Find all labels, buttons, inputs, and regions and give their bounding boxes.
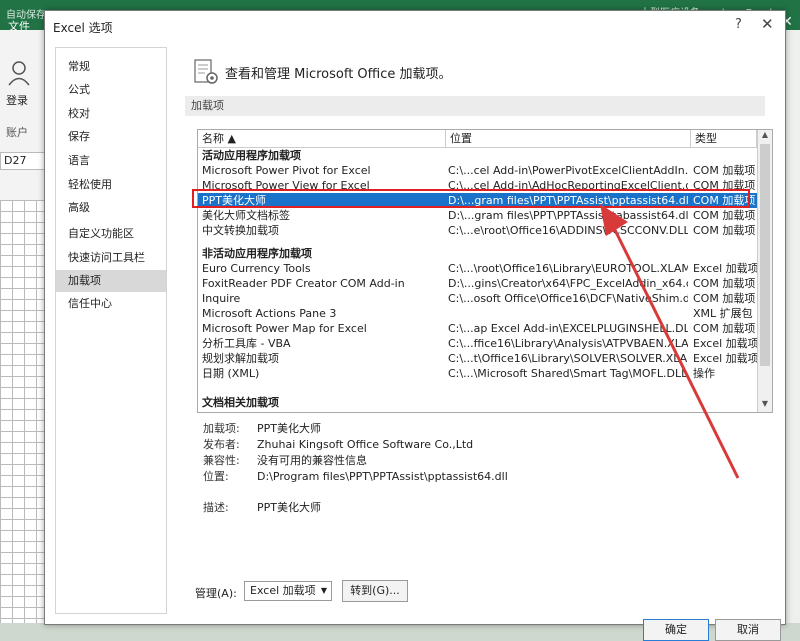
name-box[interactable]: D27 bbox=[0, 152, 46, 170]
table-row[interactable]: 美化大师文档标签 D:\...gram files\PPT\PPTAssist\t… bbox=[198, 208, 758, 223]
table-row[interactable]: 日期 (XML) C:\...\Microsoft Shared\Smart Ta… bbox=[198, 366, 758, 381]
nav-item-accessibility[interactable]: 轻松使用 bbox=[56, 174, 166, 196]
ok-button[interactable]: 确定 bbox=[643, 619, 709, 641]
table-row[interactable]: 分析工具库 - VBA C:\...ffice16\Library\Analysi… bbox=[198, 336, 759, 351]
group-header: 活动应用程序加载项 bbox=[202, 149, 301, 162]
table-row[interactable]: FoxitReader PDF Creator COM Add-in D:\...… bbox=[198, 276, 758, 291]
detail-description: 描述: PPT美化大师 bbox=[203, 501, 321, 514]
nav-item-customize-ribbon[interactable]: 自定义功能区 bbox=[56, 223, 166, 245]
options-nav: 常规 公式 校对 保存 语言 轻松使用 高级 自定义功能区 快速访问工具栏 加载… bbox=[55, 47, 167, 614]
nav-item-quick-access[interactable]: 快速访问工具栏 bbox=[56, 247, 166, 269]
detail-addin: 加载项: PPT美化大师 bbox=[203, 422, 321, 435]
scroll-down-icon[interactable]: ▼ bbox=[758, 399, 772, 411]
detail-compat: 兼容性: 没有可用的兼容性信息 bbox=[203, 454, 367, 467]
table-row[interactable]: 规划求解加载项 C:\...t\Office16\Library\SOLVER\S… bbox=[198, 351, 759, 366]
table-row[interactable]: Inquire C:\...osoft Office\Office16\DCF\N… bbox=[198, 291, 758, 306]
excel-options-dialog: Excel 选项 ? ✕ 常规 公式 校对 保存 语言 轻松使用 高级 自定义功… bbox=[44, 10, 786, 641]
addins-table: 名称 ▲ 位置 类型 活动应用程序加载项 Microsoft Power Piv… bbox=[197, 129, 773, 413]
detail-location: 位置: D:\Program files\PPT\PPTAssist\pptass… bbox=[203, 470, 508, 483]
user-icon bbox=[8, 61, 30, 86]
help-icon[interactable]: ? bbox=[735, 17, 742, 32]
scroll-up-icon[interactable]: ▲ bbox=[758, 130, 772, 142]
column-header-type[interactable]: 类型 bbox=[691, 130, 757, 148]
dialog-title: Excel 选项 bbox=[53, 21, 113, 35]
addins-gear-icon bbox=[194, 59, 218, 84]
nav-item-general[interactable]: 常规 bbox=[56, 56, 166, 78]
manage-select[interactable]: Excel 加载项 ▼ bbox=[244, 581, 332, 601]
table-row[interactable]: 中文转换加载项 C:\...e\root\Office16\ADDINS\TCSC… bbox=[198, 223, 758, 238]
table-row[interactable]: Euro Currency Tools C:\...\root\Office16\… bbox=[198, 261, 759, 276]
login-link[interactable]: 登录 bbox=[6, 92, 28, 108]
dialog-titlebar: Excel 选项 ? ✕ bbox=[45, 11, 785, 41]
group-header: 非活动应用程序加载项 bbox=[202, 247, 312, 260]
table-row[interactable]: Microsoft Actions Pane 3 XML 扩展包 bbox=[198, 306, 758, 321]
table-row-selected[interactable]: PPT美化大师 D:\...gram files\PPT\PPTAssist\pp… bbox=[198, 193, 758, 208]
column-header-location[interactable]: 位置 bbox=[446, 130, 691, 148]
cancel-button[interactable]: 取消 bbox=[715, 619, 781, 641]
nav-item-addins[interactable]: 加载项 bbox=[56, 270, 166, 292]
table-row[interactable]: Microsoft Power Map for Excel C:\...ap Ex… bbox=[198, 321, 758, 336]
worksheet-grid bbox=[0, 200, 46, 623]
scroll-thumb[interactable] bbox=[760, 144, 770, 366]
nav-item-formulas[interactable]: 公式 bbox=[56, 79, 166, 101]
section-header: 加载项 bbox=[185, 96, 765, 116]
go-button[interactable]: 转到(G)... bbox=[342, 580, 408, 602]
account-link[interactable]: 账户 bbox=[6, 124, 28, 140]
page-title: 查看和管理 Microsoft Office 加载项。 bbox=[225, 67, 452, 82]
nav-item-language[interactable]: 语言 bbox=[56, 150, 166, 172]
addins-panel: 查看和管理 Microsoft Office 加载项。 加载项 名称 ▲ 位置 … bbox=[175, 47, 781, 641]
detail-publisher: 发布者: Zhuhai Kingsoft Office Software Co.,… bbox=[203, 438, 474, 451]
table-row[interactable]: Microsoft Power View for Excel C:\...cel … bbox=[198, 178, 758, 193]
close-icon[interactable]: ✕ bbox=[761, 15, 774, 33]
manage-label: 管理(A): bbox=[195, 587, 237, 600]
column-header-name[interactable]: 名称 ▲ bbox=[198, 130, 446, 148]
table-row[interactable]: Microsoft Power Pivot for Excel C:\...cel… bbox=[198, 163, 758, 178]
nav-item-trust-center[interactable]: 信任中心 bbox=[56, 293, 166, 315]
nav-item-advanced[interactable]: 高级 bbox=[56, 197, 166, 219]
table-scrollbar[interactable]: ▲ ▼ bbox=[757, 130, 772, 412]
chevron-down-icon: ▼ bbox=[320, 586, 327, 595]
nav-item-save[interactable]: 保存 bbox=[56, 126, 166, 148]
nav-item-proofing[interactable]: 校对 bbox=[56, 103, 166, 125]
group-header: 文档相关加载项 bbox=[202, 396, 279, 409]
